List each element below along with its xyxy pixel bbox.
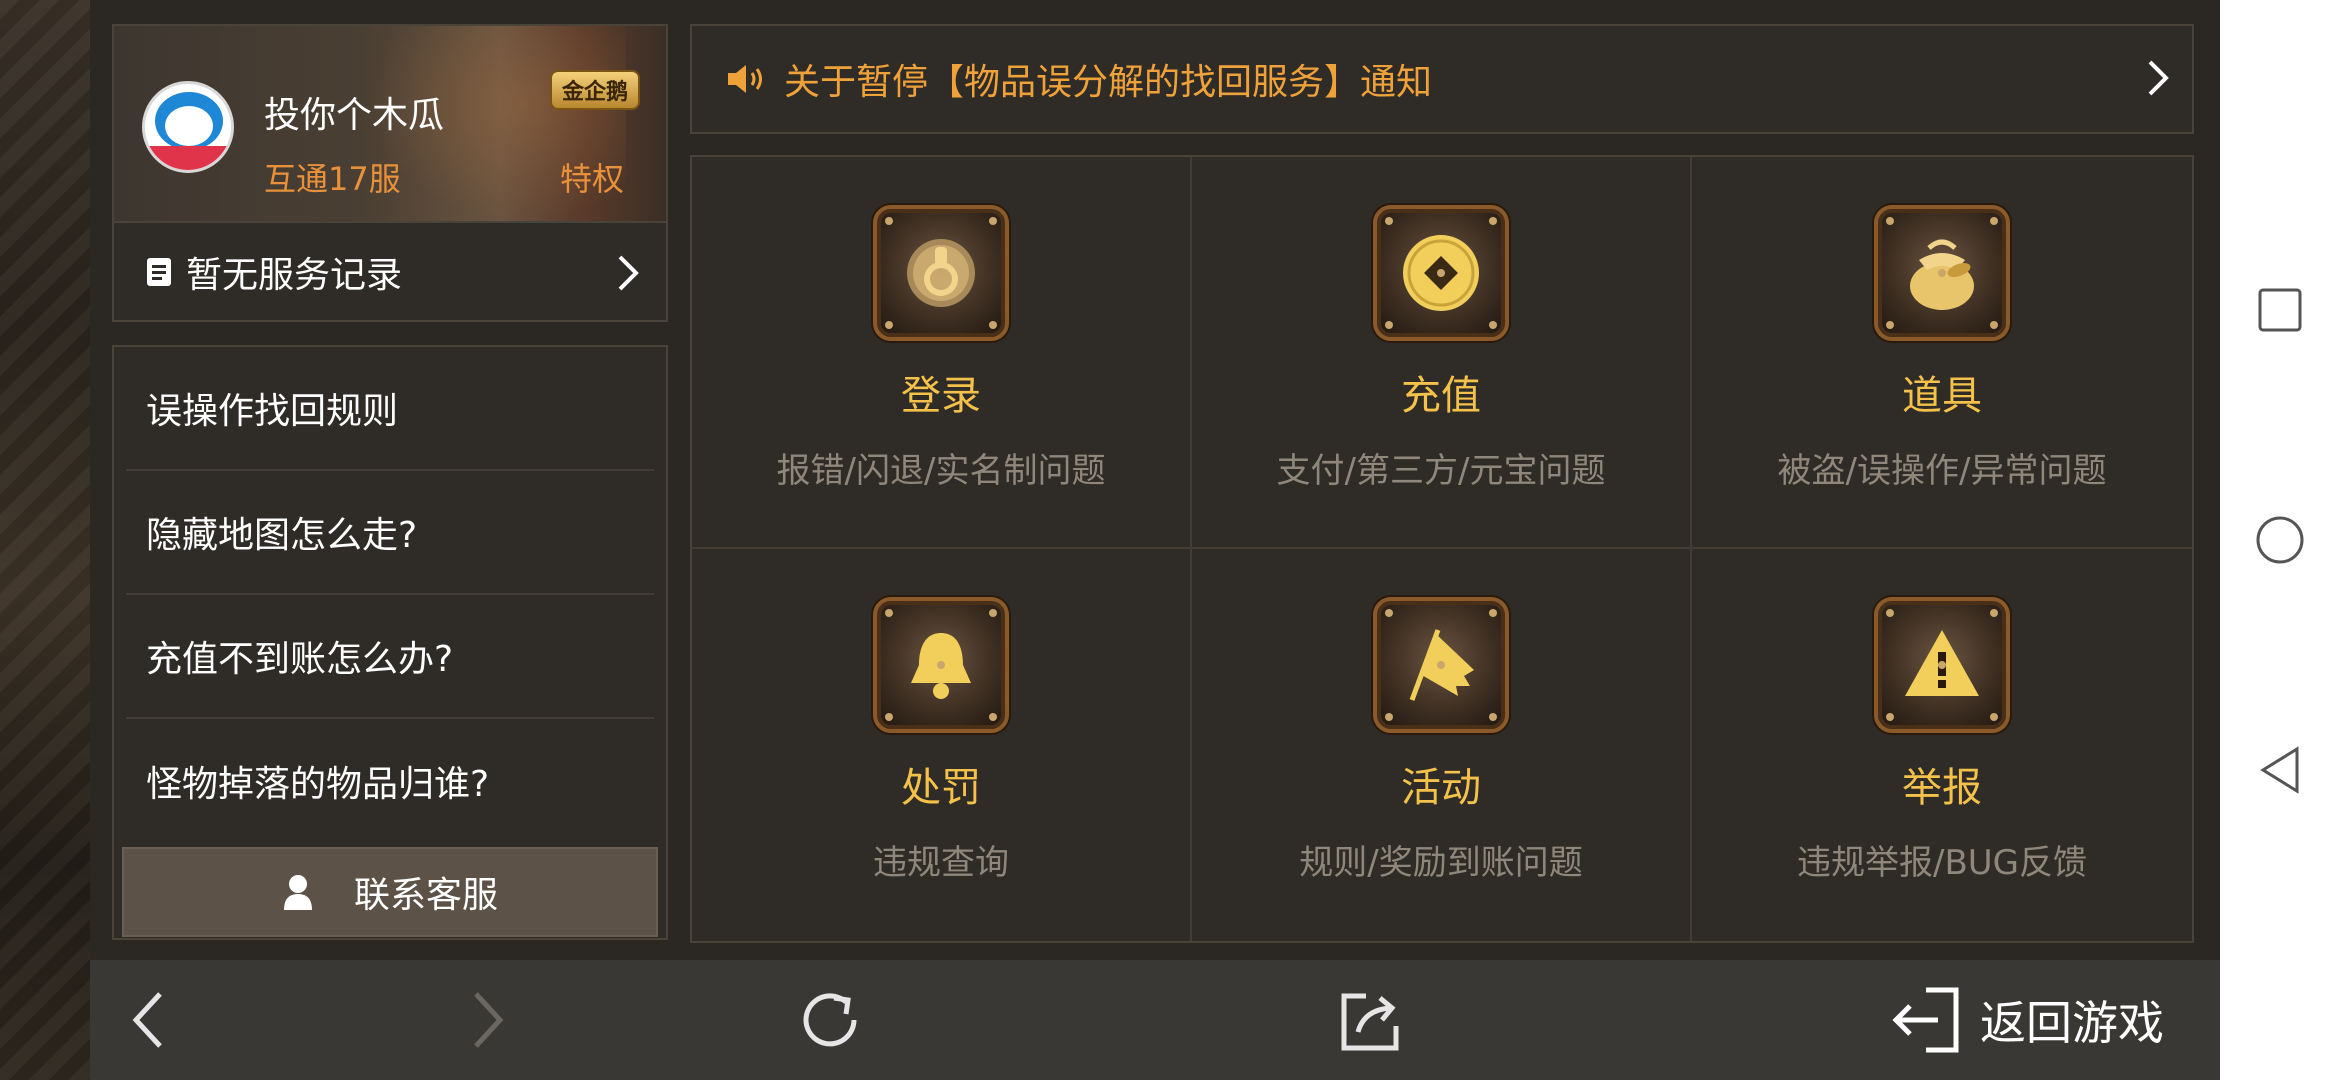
faq-item[interactable]: 怪物掉落的物品归谁? xyxy=(126,719,654,843)
share-button[interactable] xyxy=(1336,960,1404,1080)
coin-icon xyxy=(1373,205,1509,341)
back-to-game-button[interactable]: 返回游戏 xyxy=(1890,960,2164,1080)
game-background xyxy=(0,0,90,1080)
service-penalty[interactable]: 处罚 违规查询 xyxy=(692,549,1192,941)
service-subtitle: 报错/闪退/实名制问题 xyxy=(776,451,1106,491)
document-icon xyxy=(147,257,171,286)
service-subtitle: 违规查询 xyxy=(873,843,1009,883)
vip-badge: 金企鹅 xyxy=(550,70,640,110)
profile-card: 投你个木瓜 互通17服 金企鹅 特权 暂无服务记录 xyxy=(112,24,668,322)
service-subtitle: 支付/第三方/元宝问题 xyxy=(1276,451,1606,491)
back-to-game-label: 返回游戏 xyxy=(1980,996,2164,1050)
service-subtitle: 被盗/误操作/异常问题 xyxy=(1777,451,2107,491)
chevron-left-icon xyxy=(132,992,162,1048)
service-title: 举报 xyxy=(1902,765,1982,811)
service-report[interactable]: 举报 违规举报/BUG反馈 xyxy=(1692,549,2192,941)
service-record-row[interactable]: 暂无服务记录 xyxy=(114,221,666,320)
person-icon xyxy=(283,875,312,910)
back-button[interactable] xyxy=(130,960,166,1080)
circle-icon xyxy=(2256,516,2304,564)
service-title: 处罚 xyxy=(901,765,981,811)
service-title: 登录 xyxy=(901,373,981,419)
server-name: 互通17服 xyxy=(264,160,401,198)
flag-icon xyxy=(1373,597,1509,733)
service-title: 道具 xyxy=(1902,373,1982,419)
share-icon xyxy=(1341,993,1399,1051)
system-back-button[interactable] xyxy=(2220,710,2340,830)
exit-icon xyxy=(1892,987,1959,1053)
service-title: 活动 xyxy=(1401,765,1481,811)
faq-item[interactable]: 隐藏地图怎么走? xyxy=(126,471,654,595)
faq-item[interactable]: 充值不到账怎么办? xyxy=(126,595,654,719)
refresh-icon xyxy=(803,993,857,1047)
treasure-bag-icon xyxy=(1874,205,2010,341)
service-events[interactable]: 活动 规则/奖励到账问题 xyxy=(1192,549,1692,941)
avatar[interactable] xyxy=(142,81,234,173)
recent-apps-button[interactable] xyxy=(2220,250,2340,370)
faq-list: 误操作找回规则 隐藏地图怎么走? 充值不到账怎么办? 怪物掉落的物品归谁? 联系… xyxy=(112,345,668,940)
privilege-link[interactable]: 特权 xyxy=(560,154,624,200)
chevron-right-icon xyxy=(474,992,504,1048)
bell-icon xyxy=(873,597,1009,733)
speaker-icon xyxy=(728,65,762,93)
profile-banner: 投你个木瓜 互通17服 金企鹅 特权 xyxy=(114,26,666,221)
service-recharge[interactable]: 充值 支付/第三方/元宝问题 xyxy=(1192,157,1692,549)
contact-support-label: 联系客服 xyxy=(353,875,498,916)
service-record-label: 暂无服务记录 xyxy=(186,254,403,296)
chevron-right-icon xyxy=(618,255,639,291)
notice-text: 关于暂停【物品误分解的找回服务】通知 xyxy=(784,62,1433,103)
home-button[interactable] xyxy=(2220,480,2340,600)
service-login[interactable]: 登录 报错/闪退/实名制问题 xyxy=(692,157,1192,549)
service-subtitle: 规则/奖励到账问题 xyxy=(1299,843,1583,883)
triangle-back-icon xyxy=(2260,746,2299,794)
refresh-button[interactable] xyxy=(796,960,864,1080)
username: 投你个木瓜 xyxy=(264,95,445,136)
faq-item[interactable]: 误操作找回规则 xyxy=(126,347,654,471)
warning-icon xyxy=(1874,597,2010,733)
browser-toolbar: 返回游戏 xyxy=(90,960,2220,1080)
service-title: 充值 xyxy=(1401,373,1481,419)
service-subtitle: 违规举报/BUG反馈 xyxy=(1796,843,2087,883)
contact-support-button[interactable]: 联系客服 xyxy=(122,847,658,937)
service-grid: 登录 报错/闪退/实名制问题 充值 支付/第三方/元宝问题 道具 被盗/误操作/… xyxy=(690,155,2194,943)
square-icon xyxy=(2258,288,2302,332)
notice-bar[interactable]: 关于暂停【物品误分解的找回服务】通知 xyxy=(690,24,2194,134)
service-items[interactable]: 道具 被盗/误操作/异常问题 xyxy=(1692,157,2192,549)
system-navigation-bar xyxy=(2220,0,2340,1080)
chevron-right-icon xyxy=(2148,60,2169,96)
forward-button[interactable] xyxy=(470,960,506,1080)
door-knocker-icon xyxy=(873,205,1009,341)
